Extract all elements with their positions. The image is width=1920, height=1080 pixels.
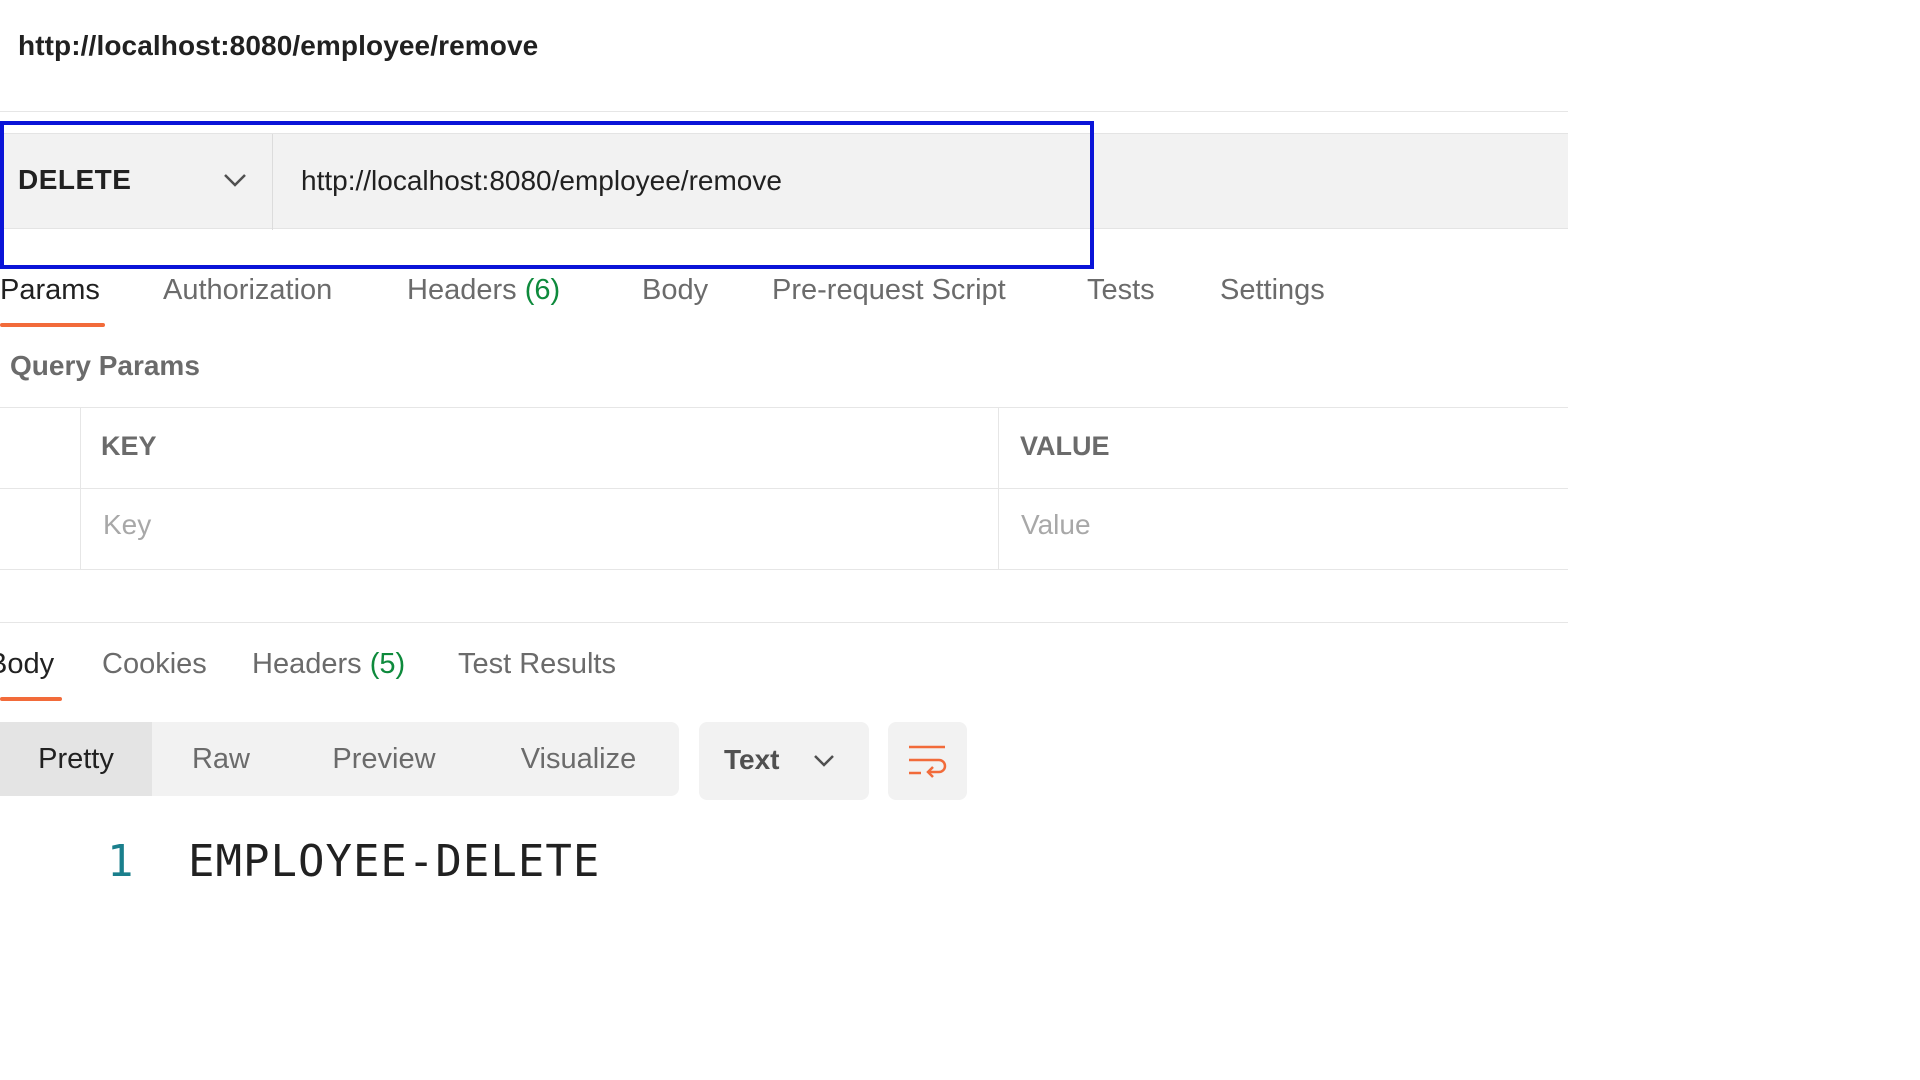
view-mode-group: Pretty Raw Preview Visualize xyxy=(0,722,679,796)
response-divider xyxy=(0,622,1568,623)
view-mode-pretty[interactable]: Pretty xyxy=(0,722,152,796)
tab-body-label: Body xyxy=(642,274,709,306)
http-method-select[interactable]: DELETE xyxy=(0,134,273,230)
request-tabs: Params Authorization Headers (6) Body Pr… xyxy=(0,270,1568,330)
chevron-down-icon xyxy=(224,174,246,187)
response-tab-cookies-label: Cookies xyxy=(102,648,207,680)
tab-settings[interactable]: Settings xyxy=(1220,270,1325,326)
view-mode-preview[interactable]: Preview xyxy=(290,722,478,796)
tab-params[interactable]: Params xyxy=(0,270,100,326)
table-col-divider xyxy=(80,407,81,570)
tab-headers-label: Headers xyxy=(407,274,517,306)
query-params-title: Query Params xyxy=(10,350,200,381)
response-tab-body-label: Body xyxy=(0,648,55,680)
param-key-input[interactable] xyxy=(103,495,983,555)
url-input[interactable] xyxy=(274,134,1568,228)
param-value-input[interactable] xyxy=(1021,495,1561,555)
table-border-mid xyxy=(0,488,1568,489)
postman-request-view: http://localhost:8080/employee/remove DE… xyxy=(0,0,1568,889)
tab-headers[interactable]: Headers (6) xyxy=(407,270,560,326)
table-col-divider xyxy=(998,407,999,570)
tab-body[interactable]: Body xyxy=(642,270,708,326)
response-tabs: Body Cookies Headers (5) Test Results xyxy=(0,644,1568,704)
tab-headers-count: (6) xyxy=(524,274,561,306)
response-tab-test-results[interactable]: Test Results xyxy=(458,644,616,700)
response-tab-headers-count: (5) xyxy=(369,648,406,680)
response-body-text: EMPLOYEE-DELETE xyxy=(188,836,601,887)
request-title: http://localhost:8080/employee/remove xyxy=(18,30,539,61)
request-bar: DELETE xyxy=(0,133,1568,230)
chevron-down-icon xyxy=(814,755,834,767)
view-mode-visualize[interactable]: Visualize xyxy=(478,722,679,796)
tab-pre-request-script[interactable]: Pre-request Script xyxy=(772,270,1006,326)
table-border-bottom xyxy=(0,569,1568,570)
tab-tests-label: Tests xyxy=(1087,274,1155,306)
active-response-tab-indicator xyxy=(0,697,62,701)
tab-authorization-label: Authorization xyxy=(163,274,333,306)
http-method-label: DELETE xyxy=(18,164,132,195)
response-tab-test-results-label: Test Results xyxy=(458,648,616,680)
response-tab-body[interactable]: Body xyxy=(0,644,54,700)
response-tab-headers[interactable]: Headers (5) xyxy=(252,644,405,700)
format-select-label: Text xyxy=(724,744,780,775)
column-header-value: VALUE xyxy=(1020,431,1110,461)
view-mode-raw[interactable]: Raw xyxy=(152,722,290,796)
tab-tests[interactable]: Tests xyxy=(1087,270,1155,326)
title-divider xyxy=(0,111,1568,112)
wrap-lines-button[interactable] xyxy=(888,722,967,800)
code-line-number: 1 xyxy=(107,836,134,887)
format-select[interactable]: Text xyxy=(699,722,869,800)
wrap-lines-icon xyxy=(909,745,947,778)
response-tab-headers-label: Headers xyxy=(252,648,362,680)
query-params-table: KEY VALUE xyxy=(0,407,1568,570)
tab-authorization[interactable]: Authorization xyxy=(163,270,332,326)
active-tab-indicator xyxy=(0,323,105,327)
column-header-key: KEY xyxy=(101,431,157,461)
tab-settings-label: Settings xyxy=(1220,274,1325,306)
tab-params-label: Params xyxy=(0,274,100,306)
response-tab-cookies[interactable]: Cookies xyxy=(102,644,207,700)
table-border-top xyxy=(0,407,1568,408)
tab-pre-request-script-label: Pre-request Script xyxy=(772,274,1006,306)
